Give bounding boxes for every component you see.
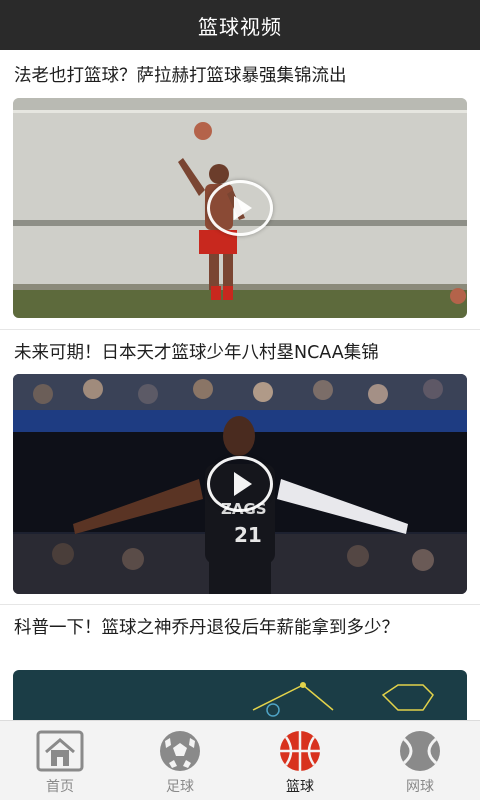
video-feed[interactable]: 法老也打篮球？萨拉赫打篮球暴强集锦流出 未来可期！日本天才篮球少年八村塁NCAA… <box>0 50 480 720</box>
play-button[interactable] <box>207 456 273 512</box>
tennis-ball-icon <box>396 729 444 773</box>
basketball-icon <box>276 729 324 773</box>
video-thumbnail[interactable]: ZAGS 21 <box>13 374 467 594</box>
play-button[interactable] <box>207 180 273 236</box>
home-icon <box>36 729 84 773</box>
tab-label: 篮球 <box>286 779 314 795</box>
soccer-ball-icon <box>156 729 204 773</box>
tab-soccer[interactable]: 足球 <box>120 721 240 800</box>
page-title: 篮球视频 <box>198 14 282 39</box>
thumbnail-image <box>13 670 467 720</box>
tab-label: 首页 <box>46 779 74 795</box>
video-thumbnail[interactable] <box>13 98 467 318</box>
video-title[interactable]: 科普一下！篮球之神乔丹退役后年薪能拿到多少？ <box>14 615 466 641</box>
video-title[interactable]: 未来可期！日本天才篮球少年八村塁NCAA集锦 <box>14 340 466 366</box>
play-icon <box>233 196 252 220</box>
video-title[interactable]: 法老也打篮球？萨拉赫打篮球暴强集锦流出 <box>14 63 466 89</box>
tab-home[interactable]: 首页 <box>0 721 120 800</box>
tab-basketball[interactable]: 篮球 <box>240 721 360 800</box>
tab-label: 网球 <box>406 779 434 795</box>
tab-label: 足球 <box>166 779 194 795</box>
video-card[interactable]: 科普一下！篮球之神乔丹退役后年薪能拿到多少？ <box>0 605 480 720</box>
play-icon <box>233 472 252 496</box>
video-card[interactable]: 未来可期！日本天才篮球少年八村塁NCAA集锦 ZAGS 21 <box>0 330 480 605</box>
video-thumbnail[interactable] <box>13 670 467 720</box>
tab-tennis[interactable]: 网球 <box>360 721 480 800</box>
bottom-tab-bar: 首页 足球 篮球 网球 <box>0 720 480 800</box>
jersey-number: 21 <box>234 523 262 547</box>
video-card[interactable]: 法老也打篮球？萨拉赫打篮球暴强集锦流出 <box>0 50 480 330</box>
app-header: 篮球视频 <box>0 0 480 50</box>
